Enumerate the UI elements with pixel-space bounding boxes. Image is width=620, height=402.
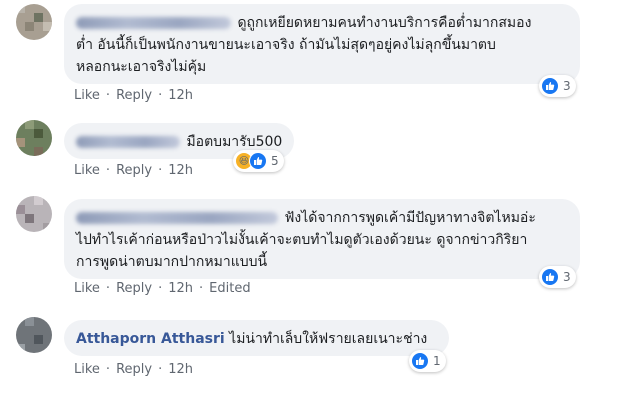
- like-button[interactable]: Like: [74, 281, 100, 296]
- comment-actions: Like · Reply · 12h · Edited: [74, 281, 251, 296]
- reply-button[interactable]: Reply: [116, 281, 152, 296]
- timestamp[interactable]: 12h: [168, 163, 193, 178]
- separator-dot: ·: [105, 362, 111, 377]
- comment-text-line: ไปทำไรเค้าก่อนหรือป่าวไม่งั้นเค้าจะตบทำไ…: [76, 232, 528, 248]
- timestamp[interactable]: 12h: [168, 88, 193, 103]
- comment-text-line: มือตบมารับ500: [186, 134, 283, 150]
- like-icon: [411, 352, 429, 370]
- separator-dot: ·: [105, 163, 111, 178]
- reaction-count: 3: [563, 270, 571, 284]
- reply-button[interactable]: Reply: [116, 163, 152, 178]
- author-name[interactable]: [76, 136, 180, 148]
- reaction-summary[interactable]: 1: [409, 350, 446, 372]
- reaction-count: 3: [563, 79, 571, 93]
- separator-dot: ·: [158, 281, 163, 296]
- comment-text-line: ต่ำ อันนี้ก็เป็นพนักงานขายนะเอาจริง ถ้าม…: [76, 37, 496, 53]
- separator-dot: ·: [158, 362, 163, 377]
- like-icon: [249, 152, 267, 170]
- reply-button[interactable]: Reply: [116, 88, 152, 103]
- comment-bubble: ดูถูกเหยียดหยามคนทำงานบริการคือต่ำมากสมอ…: [64, 4, 580, 84]
- author-name[interactable]: Atthaporn Atthasri: [76, 331, 225, 347]
- separator-dot: ·: [158, 163, 163, 178]
- comment-text-line: การพูดน่าตบมากปากหมาแบบนี้: [76, 254, 268, 270]
- reaction-summary[interactable]: 😆 5: [233, 150, 284, 172]
- comment-bubble: ฟังได้จากการพูดเค้ามีปัญหาทางจิตไหมอ่ะ ไ…: [64, 199, 580, 279]
- reaction-summary[interactable]: 3: [539, 75, 576, 97]
- avatar[interactable]: [16, 196, 52, 232]
- comment-actions: Like · Reply · 12h: [74, 88, 193, 103]
- comment-actions: Like · Reply · 12h: [74, 163, 193, 178]
- like-icon: [541, 77, 559, 95]
- author-name[interactable]: [76, 212, 278, 224]
- like-button[interactable]: Like: [74, 362, 100, 377]
- separator-dot: ·: [105, 281, 111, 296]
- separator-dot: ·: [199, 281, 204, 296]
- separator-dot: ·: [105, 88, 111, 103]
- author-name[interactable]: [76, 17, 231, 29]
- reaction-summary[interactable]: 3: [539, 266, 576, 288]
- reply-button[interactable]: Reply: [116, 362, 152, 377]
- comment-text-line: ไม่น่าทำเล็บให้ฟรายเลยเนาะช่าง: [229, 331, 428, 347]
- comment-text-line: ฟังได้จากการพูดเค้ามีปัญหาทางจิตไหมอ่ะ: [284, 210, 536, 226]
- comment-actions: Like · Reply · 12h: [74, 362, 193, 377]
- like-button[interactable]: Like: [74, 163, 100, 178]
- comment-bubble: Atthaporn Atthasri ไม่น่าทำเล็บให้ฟรายเล…: [64, 320, 449, 356]
- comment-text-line: หลอกนะเอาจริงไม่คุ้ม: [76, 59, 207, 75]
- reaction-count: 5: [271, 154, 279, 168]
- edited-indicator[interactable]: Edited: [209, 281, 250, 296]
- avatar[interactable]: [16, 4, 52, 40]
- timestamp[interactable]: 12h: [168, 281, 193, 296]
- separator-dot: ·: [158, 88, 163, 103]
- like-icon: [541, 268, 559, 286]
- timestamp[interactable]: 12h: [168, 362, 193, 377]
- comment-text-line: ดูถูกเหยียดหยามคนทำงานบริการคือต่ำมากสมอ…: [237, 15, 532, 31]
- like-button[interactable]: Like: [74, 88, 100, 103]
- avatar[interactable]: [16, 120, 52, 156]
- avatar[interactable]: [16, 317, 52, 353]
- reaction-count: 1: [433, 354, 441, 368]
